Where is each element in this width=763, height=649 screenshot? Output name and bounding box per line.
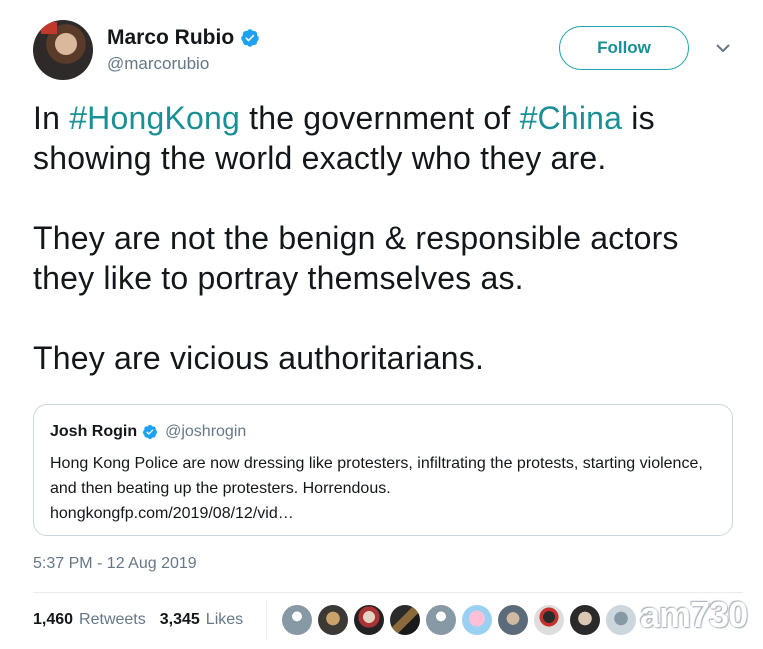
tweet-text-segment: They are vicious authoritarians. <box>33 340 485 376</box>
tweet-header: Marco Rubio @marcorubio Follow <box>33 20 743 80</box>
stats-separator <box>266 600 267 640</box>
author-name[interactable]: Marco Rubio <box>107 26 234 50</box>
quoted-tweet-text: Hong Kong Police are now dressing like p… <box>50 455 703 497</box>
verified-badge-icon <box>143 425 158 439</box>
liker-avatar[interactable] <box>462 605 492 635</box>
likes-label[interactable]: Likes <box>206 611 243 629</box>
likers-avatars <box>282 605 636 635</box>
author-avatar[interactable] <box>33 20 93 80</box>
likes-count[interactable]: 3,345 <box>160 611 200 629</box>
liker-avatar[interactable] <box>498 605 528 635</box>
quoted-tweet[interactable]: Josh Rogin @joshrogin Hong Kong Police a… <box>33 404 733 536</box>
author-handle[interactable]: @marcorubio <box>107 54 260 74</box>
retweets-count[interactable]: 1,460 <box>33 611 73 629</box>
retweets-label[interactable]: Retweets <box>79 611 146 629</box>
hashtag-link[interactable]: #HongKong <box>69 100 240 136</box>
quoted-tweet-header: Josh Rogin @joshrogin <box>50 423 246 441</box>
quoted-tweet-link[interactable]: hongkongfp.com/2019/08/12/vid… <box>50 501 720 526</box>
chevron-down-icon[interactable] <box>715 42 731 54</box>
tweet-timestamp[interactable]: 5:37 PM - 12 Aug 2019 <box>33 555 197 573</box>
tweet-paragraph: They are vicious authoritarians. <box>33 338 743 378</box>
tweet-stats: 1,460 Retweets 3,345 Likes <box>33 611 251 629</box>
tweet-paragraph: They are not the benign & responsible ac… <box>33 218 743 298</box>
author-info: Marco Rubio @marcorubio <box>107 26 260 74</box>
quoted-tweet-body: Hong Kong Police are now dressing like p… <box>50 451 720 526</box>
quoted-author-name: Josh Rogin <box>50 423 138 440</box>
liker-avatar[interactable] <box>354 605 384 635</box>
liker-avatar[interactable] <box>318 605 348 635</box>
hashtag-link[interactable]: #China <box>520 100 623 136</box>
tweet-text-segment: the government of <box>240 100 520 136</box>
quoted-author-handle: @joshrogin <box>165 423 247 440</box>
watermark-logo: am730 <box>640 594 748 635</box>
verified-badge-icon <box>241 29 259 47</box>
liker-avatar[interactable] <box>606 605 636 635</box>
liker-avatar[interactable] <box>570 605 600 635</box>
divider <box>33 592 743 593</box>
tweet-paragraph: In #HongKong the government of #China is… <box>33 98 743 178</box>
follow-button[interactable]: Follow <box>559 26 689 70</box>
liker-avatar[interactable] <box>282 605 312 635</box>
liker-avatar[interactable] <box>534 605 564 635</box>
tweet-text: In #HongKong the government of #China is… <box>33 98 743 378</box>
liker-avatar[interactable] <box>426 605 456 635</box>
liker-avatar[interactable] <box>390 605 420 635</box>
tweet-text-segment: They are not the benign & responsible ac… <box>33 220 679 296</box>
tweet-text-segment: In <box>33 100 70 136</box>
